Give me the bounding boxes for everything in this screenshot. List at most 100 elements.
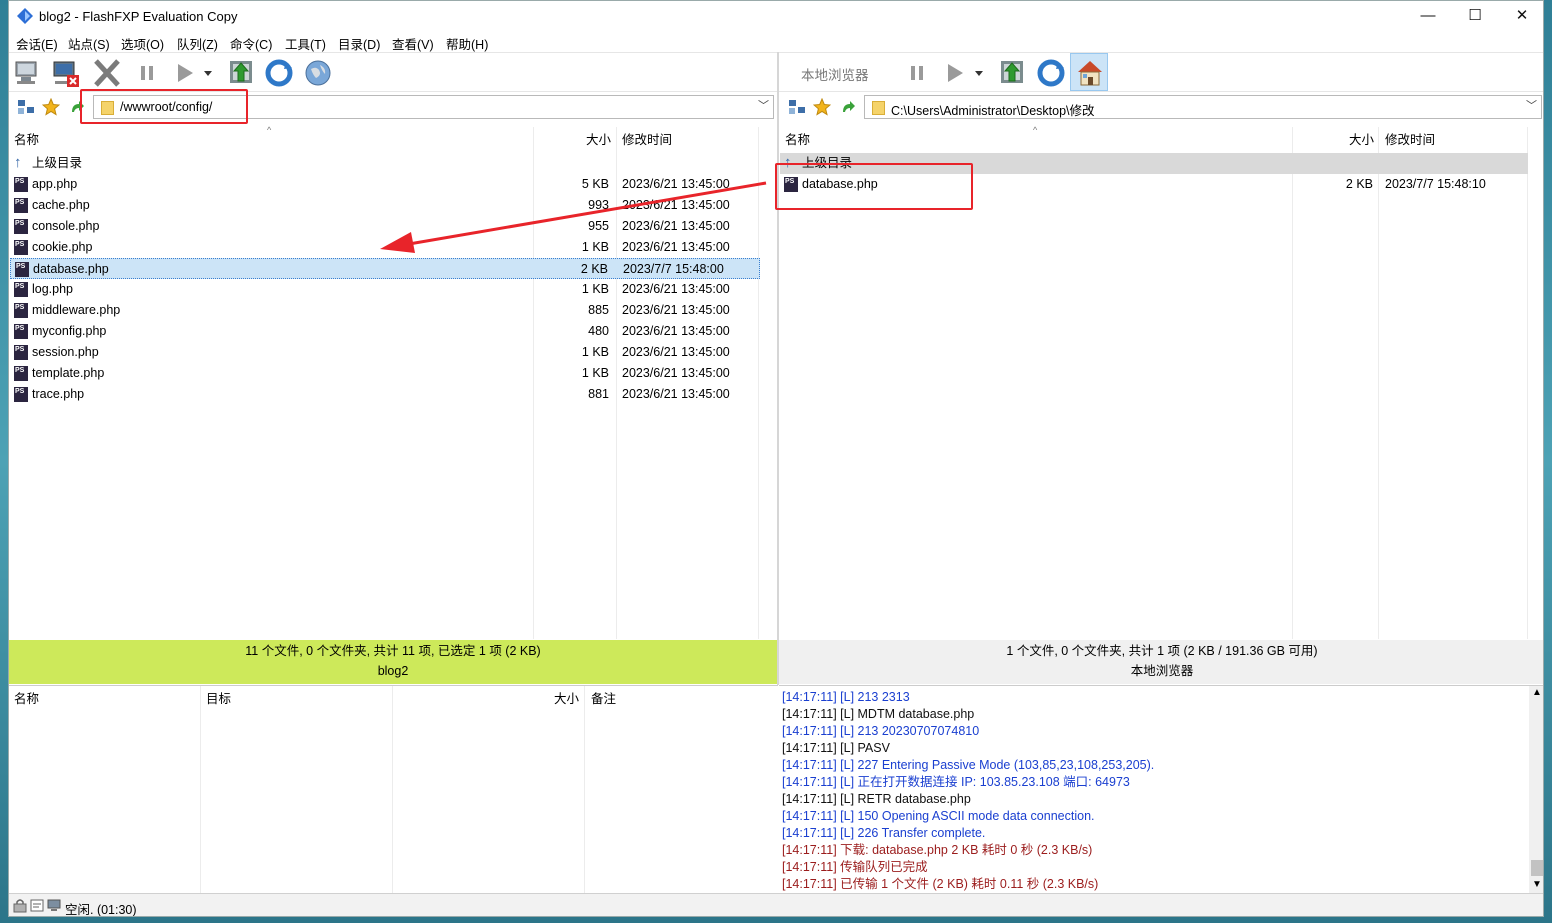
col-header-modified[interactable]: 修改时间	[622, 127, 672, 151]
file-row[interactable]: PS middleware.php 885 2023/6/21 13:45:00	[10, 300, 760, 321]
menu-command[interactable]: 命令(C)	[230, 34, 272, 53]
home-button[interactable]	[1070, 53, 1108, 91]
log-line: [14:17:11] [L] MDTM database.php	[782, 707, 975, 721]
column-divider	[584, 686, 585, 894]
file-row[interactable]: PS database.php 2 KB 2023/7/7 15:48:00	[10, 258, 760, 279]
right-favorites-star-icon[interactable]	[813, 98, 831, 116]
file-name: log.php	[32, 282, 74, 296]
log-line: [14:17:11] [L] 226 Transfer complete.	[782, 826, 986, 840]
col-header-modified[interactable]: 修改时间	[1385, 127, 1435, 151]
menu-view[interactable]: 查看(V)	[392, 34, 434, 53]
file-size: 881	[588, 387, 609, 401]
transfer-dropdown-icon[interactable]	[201, 57, 215, 89]
file-name: app.php	[32, 177, 78, 191]
menu-queue[interactable]: 队列(Z)	[177, 34, 218, 53]
refresh-icon[interactable]	[264, 57, 294, 89]
queue-header-note[interactable]: 备注	[591, 686, 616, 710]
file-modified: 2023/7/7 15:48:00	[623, 262, 724, 276]
file-row[interactable]: PS myconfig.php 480 2023/6/21 13:45:00	[10, 321, 760, 342]
log-line: [14:17:11] [L] 213 2313	[782, 690, 910, 704]
idle-status-text: 空闲. (01:30)	[65, 903, 137, 917]
menu-directory[interactable]: 目录(D)	[338, 34, 380, 53]
file-row[interactable]: PS session.php 1 KB 2023/6/21 13:45:00	[10, 342, 760, 363]
maximize-button[interactable]: ☐	[1452, 1, 1498, 32]
globe-icon[interactable]	[303, 57, 333, 89]
session-log: [14:17:11] [L] 213 2313 [14:17:11] [L] MD…	[779, 685, 1543, 893]
compare-folders-icon[interactable]	[226, 57, 256, 89]
queue-header-name[interactable]: 名称	[14, 686, 39, 710]
col-header-name[interactable]: 名称	[785, 127, 810, 151]
menu-bar: 会话(E) 站点(S) 选项(O) 队列(Z) 命令(C) 工具(T) 目录(D…	[9, 32, 1543, 52]
file-modified: 2023/6/21 13:45:00	[622, 366, 730, 380]
home-icon	[1078, 61, 1102, 86]
menu-site[interactable]: 站点(S)	[68, 34, 110, 53]
file-modified: 2023/6/21 13:45:00	[622, 324, 730, 338]
php-file-icon: PS	[14, 282, 28, 297]
minimize-button[interactable]: —	[1405, 1, 1451, 32]
disconnect-icon[interactable]	[51, 57, 81, 89]
col-header-size[interactable]: 大小	[1349, 127, 1374, 151]
scroll-up-icon[interactable]: ▲	[1532, 687, 1542, 698]
file-row[interactable]: PS log.php 1 KB 2023/6/21 13:45:00	[10, 279, 760, 300]
queue-header-size[interactable]: 大小	[554, 686, 579, 710]
right-pause-icon[interactable]	[903, 57, 933, 89]
close-button[interactable]: ✕	[1499, 1, 1543, 32]
log-line: [14:17:11] [L] 正在打开数据连接 IP: 103.85.23.10…	[782, 775, 1130, 789]
file-row[interactable]: PS trace.php 881 2023/6/21 13:45:00	[10, 384, 760, 405]
right-transfer-dropdown-icon[interactable]	[972, 57, 986, 89]
php-file-icon: PS	[14, 303, 28, 318]
right-refresh-icon[interactable]	[1036, 57, 1066, 89]
php-file-icon: PS	[14, 324, 28, 339]
menu-options[interactable]: 选项(O)	[121, 34, 164, 53]
abort-icon[interactable]	[92, 57, 122, 89]
file-modified: 2023/6/21 13:45:00	[622, 282, 730, 296]
file-name: session.php	[32, 345, 99, 359]
menu-tools[interactable]: 工具(T)	[285, 34, 326, 53]
column-divider	[200, 686, 201, 894]
toolbar: 本地浏览器	[9, 52, 1543, 92]
queue-header-target[interactable]: 目标	[206, 686, 231, 710]
right-sites-list-icon[interactable]	[788, 98, 806, 116]
menu-help[interactable]: 帮助(H)	[446, 34, 488, 53]
right-compare-folders-icon[interactable]	[997, 57, 1027, 89]
right-parent-dir-icon[interactable]	[839, 98, 857, 116]
transfer-play-icon[interactable]	[169, 57, 199, 89]
chevron-down-icon[interactable]: ﹀	[1526, 97, 1537, 113]
file-size: 1 KB	[581, 366, 609, 380]
local-path-text: C:\Users\Administrator\Desktop\修改	[891, 104, 1095, 118]
local-path-combo[interactable]: C:\Users\Administrator\Desktop\修改 ﹀	[864, 95, 1542, 119]
right-transfer-play-icon[interactable]	[939, 57, 969, 89]
local-status-bar: 1 个文件, 0 个文件夹, 共计 1 项 (2 KB / 191.36 GB …	[779, 640, 1543, 684]
file-name: console.php	[32, 219, 100, 233]
php-file-icon: PS	[14, 198, 28, 213]
local-status-text: 1 个文件, 0 个文件夹, 共计 1 项 (2 KB / 191.36 GB …	[1006, 644, 1318, 658]
chevron-down-icon[interactable]: ﹀	[758, 97, 769, 113]
col-header-name[interactable]: 名称	[14, 127, 39, 151]
col-header-size[interactable]: 大小	[586, 127, 611, 151]
php-file-icon: PS	[14, 219, 28, 234]
sort-arrow-icon: ^	[267, 125, 272, 135]
log-line: [14:17:11] 传输队列已完成	[782, 860, 928, 874]
log-line: [14:17:11] 下载: database.php 2 KB 耗时 0 秒 …	[782, 843, 1093, 857]
file-modified: 2023/7/7 15:48:10	[1385, 177, 1486, 191]
sites-list-icon[interactable]	[17, 98, 35, 116]
php-file-icon: PS	[14, 240, 28, 255]
favorites-star-icon[interactable]	[42, 98, 60, 116]
connect-icon[interactable]	[13, 57, 43, 89]
transfer-mode-icon	[30, 899, 44, 912]
log-line: [14:17:11] [L] 150 Opening ASCII mode da…	[782, 809, 1095, 823]
php-file-icon: PS	[14, 345, 28, 360]
file-name: database.php	[33, 262, 109, 276]
remote-status-text: 11 个文件, 0 个文件夹, 共计 11 项, 已选定 1 项 (2 KB)	[245, 644, 541, 658]
file-row[interactable]: PS template.php 1 KB 2023/6/21 13:45:00	[10, 363, 760, 384]
file-size: 480	[588, 324, 609, 338]
php-file-icon: PS	[14, 177, 28, 192]
scroll-thumb[interactable]	[1531, 860, 1543, 876]
log-scrollbar[interactable]: ▲ ▼	[1529, 686, 1543, 893]
scroll-down-icon[interactable]: ▼	[1532, 879, 1542, 890]
menu-session[interactable]: 会话(E)	[16, 34, 58, 53]
log-line: [14:17:11] 已传输 1 个文件 (2 KB) 耗时 0.11 秒 (2…	[782, 877, 1099, 891]
monitor-icon	[47, 899, 61, 911]
php-file-icon: PS	[14, 366, 28, 381]
pause-icon[interactable]	[133, 57, 163, 89]
